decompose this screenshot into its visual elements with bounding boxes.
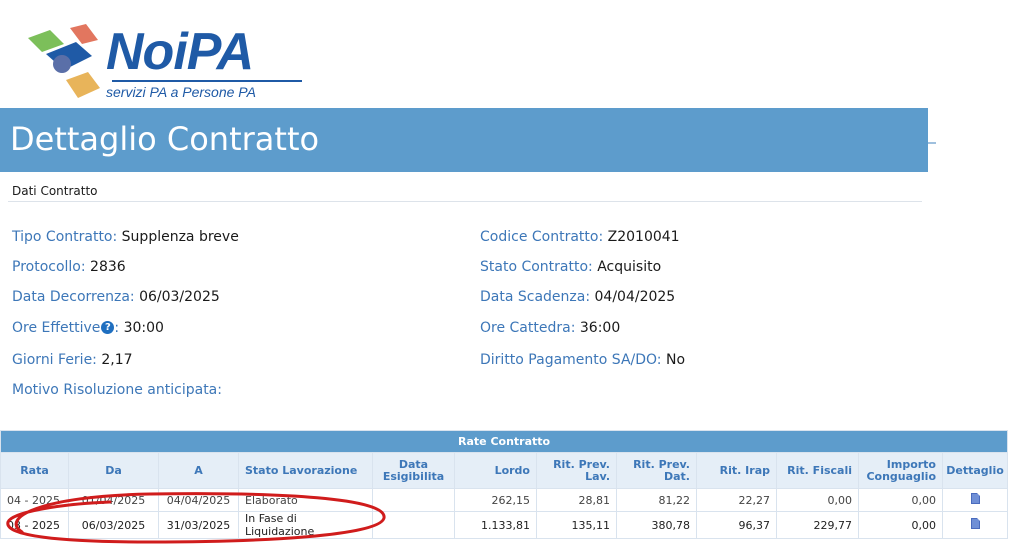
field-value: Acquisito <box>597 259 662 275</box>
section-divider <box>8 201 922 202</box>
cell-rit-prev-dat: 380,78 <box>616 511 697 539</box>
cell-data-esigibilita <box>372 488 455 512</box>
cell-dettaglio <box>941 511 1009 539</box>
cell-importo-conguaglio: 0,00 <box>858 488 943 512</box>
column-header[interactable]: Stato Lavorazione <box>238 452 373 489</box>
column-header[interactable]: Data Esigibilita <box>372 452 455 489</box>
cell-stato: Elaborato <box>238 488 373 512</box>
field-label: Motivo Risoluzione anticipata: <box>12 382 222 398</box>
field-label: Ore Effettive <box>12 320 101 336</box>
rate-contratto-table: Rate Contratto Rata Da A Stato Lavorazio… <box>0 430 1009 539</box>
cell-rit-irap: 22,27 <box>696 488 777 512</box>
table-row: 04 - 2025 01/04/2025 04/04/2025 Elaborat… <box>0 488 1009 512</box>
logo-mark-icon <box>28 24 100 98</box>
page-title: Dettaglio Contratto <box>10 120 320 158</box>
column-header[interactable]: Rit. Fiscali <box>776 452 859 489</box>
field-stato-contratto: Stato Contratto: Acquisito <box>480 259 661 275</box>
cell-da: 06/03/2025 <box>68 511 159 539</box>
document-icon[interactable] <box>970 518 980 529</box>
cell-importo-conguaglio: 0,00 <box>858 511 943 539</box>
field-codice-contratto: Codice Contratto: Z2010041 <box>480 229 680 245</box>
table-row: 03 - 2025 06/03/2025 31/03/2025 In Fase … <box>0 511 1009 539</box>
cell-a: 31/03/2025 <box>158 511 239 539</box>
field-value: Supplenza breve <box>121 229 239 245</box>
field-ore-effettive: Ore Effettive?: 30:00 <box>12 320 164 336</box>
field-ore-cattedra: Ore Cattedra: 36:00 <box>480 320 620 336</box>
field-value: No <box>665 352 686 368</box>
cell-rit-prev-lav: 28,81 <box>536 488 617 512</box>
field-label: Ore Cattedra: <box>480 320 576 336</box>
cell-rit-prev-lav: 135,11 <box>536 511 617 539</box>
field-protocollo: Protocollo: 2836 <box>12 259 126 275</box>
column-header: Dettaglio <box>941 452 1009 489</box>
field-label: Giorni Ferie: <box>12 352 97 368</box>
logo-wordmark: NoiPA <box>106 23 254 81</box>
field-value: 30:00 <box>123 320 164 336</box>
cell-rit-fiscali: 229,77 <box>776 511 859 539</box>
column-header[interactable]: Importo Conguaglio <box>858 452 943 489</box>
field-value: 06/03/2025 <box>139 289 220 305</box>
field-value: Z2010041 <box>607 229 680 245</box>
cell-rit-irap: 96,37 <box>696 511 777 539</box>
cell-stato: In Fase di Liquidazione <box>238 511 373 539</box>
cell-rata: 03 - 2025 <box>0 511 69 539</box>
field-tipo-contratto: Tipo Contratto: Supplenza breve <box>12 229 239 245</box>
table-caption: Rate Contratto <box>0 430 1009 453</box>
column-header[interactable]: Da <box>68 452 159 489</box>
column-header[interactable]: Rit. Irap <box>696 452 777 489</box>
field-label: Data Scadenza: <box>480 289 591 305</box>
logo-tagline: servizi PA a Persone PA <box>106 84 256 100</box>
field-data-scadenza: Data Scadenza: 04/04/2025 <box>480 289 675 305</box>
cell-rit-prev-dat: 81,22 <box>616 488 697 512</box>
field-value: 04/04/2025 <box>594 289 676 305</box>
field-label-suffix: : <box>114 320 120 336</box>
field-data-decorrenza: Data Decorrenza: 06/03/2025 <box>12 289 220 305</box>
field-label: Codice Contratto: <box>480 229 604 245</box>
cell-dettaglio <box>941 488 1009 512</box>
table-header-row: Rata Da A Stato Lavorazione Data Esigibi… <box>0 452 1009 489</box>
cell-rit-fiscali: 0,00 <box>776 488 859 512</box>
cell-rata: 04 - 2025 <box>0 488 69 512</box>
page-header: Dettaglio Contratto <box>0 108 928 172</box>
cell-data-esigibilita <box>372 511 455 539</box>
logo-underline <box>112 80 302 82</box>
field-motivo-risoluzione: Motivo Risoluzione anticipata: <box>12 382 222 398</box>
field-value: 36:00 <box>579 320 621 336</box>
cell-lordo: 1.133,81 <box>454 511 537 539</box>
field-label: Data Decorrenza: <box>12 289 135 305</box>
field-diritto-pagamento: Diritto Pagamento SA/DO: No <box>480 352 685 368</box>
header-divider <box>928 142 936 144</box>
field-label: Protocollo: <box>12 259 86 275</box>
help-icon[interactable]: ? <box>101 321 115 334</box>
cell-a: 04/04/2025 <box>158 488 239 512</box>
field-value: 2,17 <box>101 352 133 368</box>
field-value: 2836 <box>90 259 126 275</box>
column-header[interactable]: A <box>158 452 239 489</box>
section-title: Dati Contratto <box>12 184 98 198</box>
column-header[interactable]: Rit. Prev. Dat. <box>616 452 697 489</box>
noipa-logo: NoiPA servizi PA a Persone PA <box>20 20 310 110</box>
field-label: Tipo Contratto: <box>12 229 118 245</box>
cell-da: 01/04/2025 <box>68 488 159 512</box>
column-header[interactable]: Rit. Prev. Lav. <box>536 452 617 489</box>
field-label: Diritto Pagamento SA/DO: <box>480 352 662 368</box>
cell-lordo: 262,15 <box>454 488 537 512</box>
column-header[interactable]: Lordo <box>454 452 537 489</box>
column-header[interactable]: Rata <box>0 452 69 489</box>
field-label: Stato Contratto: <box>480 259 593 275</box>
field-giorni-ferie: Giorni Ferie: 2,17 <box>12 352 133 368</box>
document-icon[interactable] <box>970 493 980 504</box>
